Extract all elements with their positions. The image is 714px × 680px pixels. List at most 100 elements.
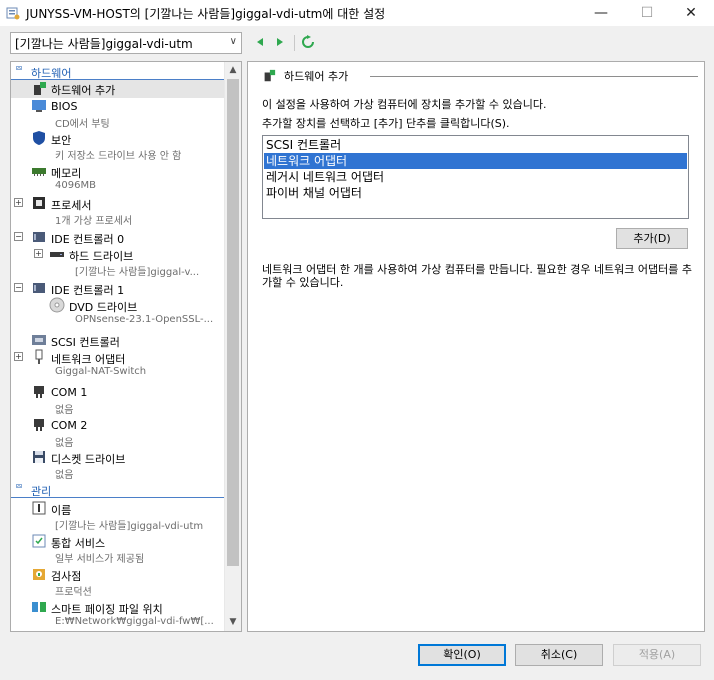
device-description: 네트워크 어댑터 한 개를 사용하여 가상 컴퓨터를 만듭니다. 필요한 경우 … — [262, 263, 693, 289]
tree-item-label: 디스켓 드라이브 — [51, 453, 126, 466]
tree-item-sublabel: 없음 — [55, 470, 74, 481]
tree-item-dvd-drive[interactable]: DVD 드라이브 OPNsense-23.1-OpenSSL-... — [11, 297, 225, 329]
refresh-button[interactable] — [300, 34, 316, 50]
tree-item-checkpoints[interactable]: 검사점 프로덕션 — [11, 566, 225, 598]
instruction-text: 추가할 장치를 선택하고 [추가] 단추를 클릭합니다(S). — [262, 117, 510, 130]
integration-services-icon — [32, 534, 46, 548]
floppy-disk-icon — [33, 451, 45, 463]
tree-item-label: SCSI 컨트롤러 — [51, 336, 120, 348]
tree-item-sublabel: Giggal-NAT-Switch — [55, 366, 147, 377]
section-divider — [11, 497, 225, 498]
tree-item-label: DVD 드라이브 — [69, 301, 138, 314]
collapse-minus-icon[interactable]: − — [14, 283, 23, 292]
settings-app-icon — [6, 7, 20, 20]
tree-item-processor[interactable]: + 프로세서 1개 가상 프로세서 — [11, 195, 225, 227]
tree-item-diskette-drive[interactable]: 디스켓 드라이브 없음 — [11, 449, 225, 481]
monitor-icon — [32, 100, 46, 112]
apply-button[interactable]: 적용(A) — [613, 644, 701, 666]
tree-item-security[interactable]: 보안 키 저장소 드라이브 사용 안 함 — [11, 130, 225, 162]
scroll-up-arrow-icon[interactable]: ▲ — [225, 62, 241, 79]
close-button[interactable]: ✕ — [668, 0, 714, 26]
back-button[interactable] — [252, 34, 268, 50]
title-bar: JUNYSS-VM-HOST의 [기깔나는 사람들]giggal-vdi-utm… — [0, 0, 714, 26]
tree-item-bios[interactable]: BIOS CD에서 부팅 — [11, 98, 225, 130]
com-port-icon — [34, 386, 44, 398]
window-title: JUNYSS-VM-HOST의 [기깔나는 사람들]giggal-vdi-utm… — [26, 6, 386, 21]
minimize-button[interactable]: — — [578, 0, 624, 26]
tree-item-sublabel: 키 저장소 드라이브 사용 안 함 — [55, 151, 182, 162]
tree-item-smart-paging[interactable]: 스마트 페이징 파일 위치 E:₩Network₩giggal-vdi-fw₩[… — [11, 599, 225, 631]
tree-scrollbar[interactable]: ▲ ▼ — [224, 62, 241, 631]
maximize-button[interactable]: ☐ — [624, 0, 670, 26]
tree-item-sublabel: E:₩Network₩giggal-vdi-fw₩[... — [55, 616, 214, 627]
collapse-minus-icon[interactable]: − — [14, 232, 23, 241]
scroll-down-arrow-icon[interactable]: ▼ — [225, 614, 241, 631]
processor-icon — [33, 197, 45, 209]
tree-item-label: 검사점 — [51, 570, 82, 583]
cancel-button[interactable]: 취소(C) — [515, 644, 603, 666]
tree-item-label: 통합 서비스 — [51, 537, 106, 550]
list-item-selected[interactable]: 네트워크 어댑터 — [264, 153, 687, 169]
group-title: 하드웨어 추가 — [284, 70, 349, 83]
toolbar: [기깔나는 사람들]giggal-vdi-utm ∨ — [0, 26, 714, 60]
scrollbar-thumb[interactable] — [227, 79, 239, 566]
hard-drive-icon — [50, 252, 64, 257]
group-divider — [370, 76, 698, 77]
memory-chip-icon — [32, 168, 46, 176]
list-item[interactable]: SCSI 컨트롤러 — [264, 137, 687, 153]
expand-plus-icon[interactable]: + — [34, 249, 43, 258]
tree-item-add-hardware[interactable]: 하드웨어 추가 — [11, 80, 225, 98]
tree-item-label: 네트워크 어댑터 — [51, 353, 126, 366]
details-panel: 하드웨어 추가 이 설정을 사용하여 가상 컴퓨터에 장치를 추가할 수 있습니… — [247, 61, 705, 632]
network-adapter-icon — [35, 349, 43, 364]
tree-item-label: 메모리 — [51, 167, 82, 180]
tree-item-integration-services[interactable]: 통합 서비스 일부 서비스가 제공됨 — [11, 533, 225, 565]
forward-button[interactable] — [272, 34, 288, 50]
ok-button[interactable]: 확인(O) — [418, 644, 506, 666]
tree-item-sublabel: 일부 서비스가 제공됨 — [55, 554, 145, 565]
tree-item-hard-drive[interactable]: + 하드 드라이브 [기깔나는 사람들]giggal-v... — [11, 246, 225, 278]
tree-item-label: 보안 — [51, 134, 72, 147]
tree-item-label: 이름 — [51, 504, 72, 517]
add-button[interactable]: 추가(D) — [616, 228, 688, 249]
tree-item-label: 하드 드라이브 — [69, 250, 134, 263]
tree-item-ide-controller-0[interactable]: − IDE 컨트롤러 0 — [11, 229, 225, 245]
tree-item-com2[interactable]: COM 2 없음 — [11, 417, 225, 449]
tree-item-sublabel: 1개 가상 프로세서 — [55, 216, 133, 227]
expand-plus-icon[interactable]: + — [14, 198, 23, 207]
hardware-section-header[interactable]: ⮹ 하드웨어 — [11, 64, 225, 80]
back-arrow-icon — [257, 38, 263, 46]
tree-item-memory[interactable]: 메모리 4096MB — [11, 163, 225, 195]
name-field-icon — [32, 501, 46, 515]
tree-item-label: COM 2 — [51, 419, 88, 432]
tree-item-ide-controller-1[interactable]: − IDE 컨트롤러 1 — [11, 280, 225, 296]
expand-plus-icon[interactable]: + — [14, 352, 23, 361]
tree-item-scsi-controller[interactable]: SCSI 컨트롤러 — [11, 332, 225, 348]
add-hardware-icon — [34, 82, 46, 95]
tree-item-label: COM 1 — [51, 386, 88, 399]
ide-controller-icon — [33, 283, 45, 293]
tree-item-sublabel: 없음 — [55, 438, 74, 449]
vm-selector-dropdown[interactable]: [기깔나는 사람들]giggal-vdi-utm ∨ — [10, 32, 242, 54]
device-listbox[interactable]: SCSI 컨트롤러 네트워크 어댑터 레거시 네트워크 어댑터 파이버 채널 어… — [262, 135, 689, 219]
tree-item-sublabel: CD에서 부팅 — [55, 119, 110, 130]
checkpoint-icon — [33, 569, 45, 580]
tree-item-label: 스마트 페이징 파일 위치 — [51, 603, 163, 616]
list-item[interactable]: 파이버 채널 어댑터 — [264, 185, 687, 201]
tree-item-sublabel: 4096MB — [55, 180, 96, 191]
ide-controller-icon — [33, 232, 45, 242]
settings-tree: ⮹ 하드웨어 하드웨어 추가 BIOS CD에서 부팅 보안 키 저장소 드라이… — [10, 61, 242, 632]
tree-item-sublabel: 없음 — [55, 405, 74, 416]
tree-item-label: 하드웨어 추가 — [51, 84, 116, 97]
intro-text: 이 설정을 사용하여 가상 컴퓨터에 장치를 추가할 수 있습니다. — [262, 98, 547, 111]
refresh-icon — [302, 35, 314, 48]
tree-item-name[interactable]: 이름 [기깔나는 사람들]giggal-vdi-utm — [11, 500, 225, 532]
scsi-controller-icon — [32, 335, 46, 345]
management-section-header[interactable]: ⮹ 관리 — [11, 482, 225, 498]
tree-item-label: IDE 컨트롤러 0 — [51, 233, 125, 245]
collapse-up-icon: ⮹ — [15, 64, 23, 75]
forward-arrow-icon — [277, 38, 283, 46]
tree-item-network-adapter[interactable]: + 네트워크 어댑터 Giggal-NAT-Switch — [11, 349, 225, 381]
tree-item-com1[interactable]: COM 1 없음 — [11, 384, 225, 416]
list-item[interactable]: 레거시 네트워크 어댑터 — [264, 169, 687, 185]
